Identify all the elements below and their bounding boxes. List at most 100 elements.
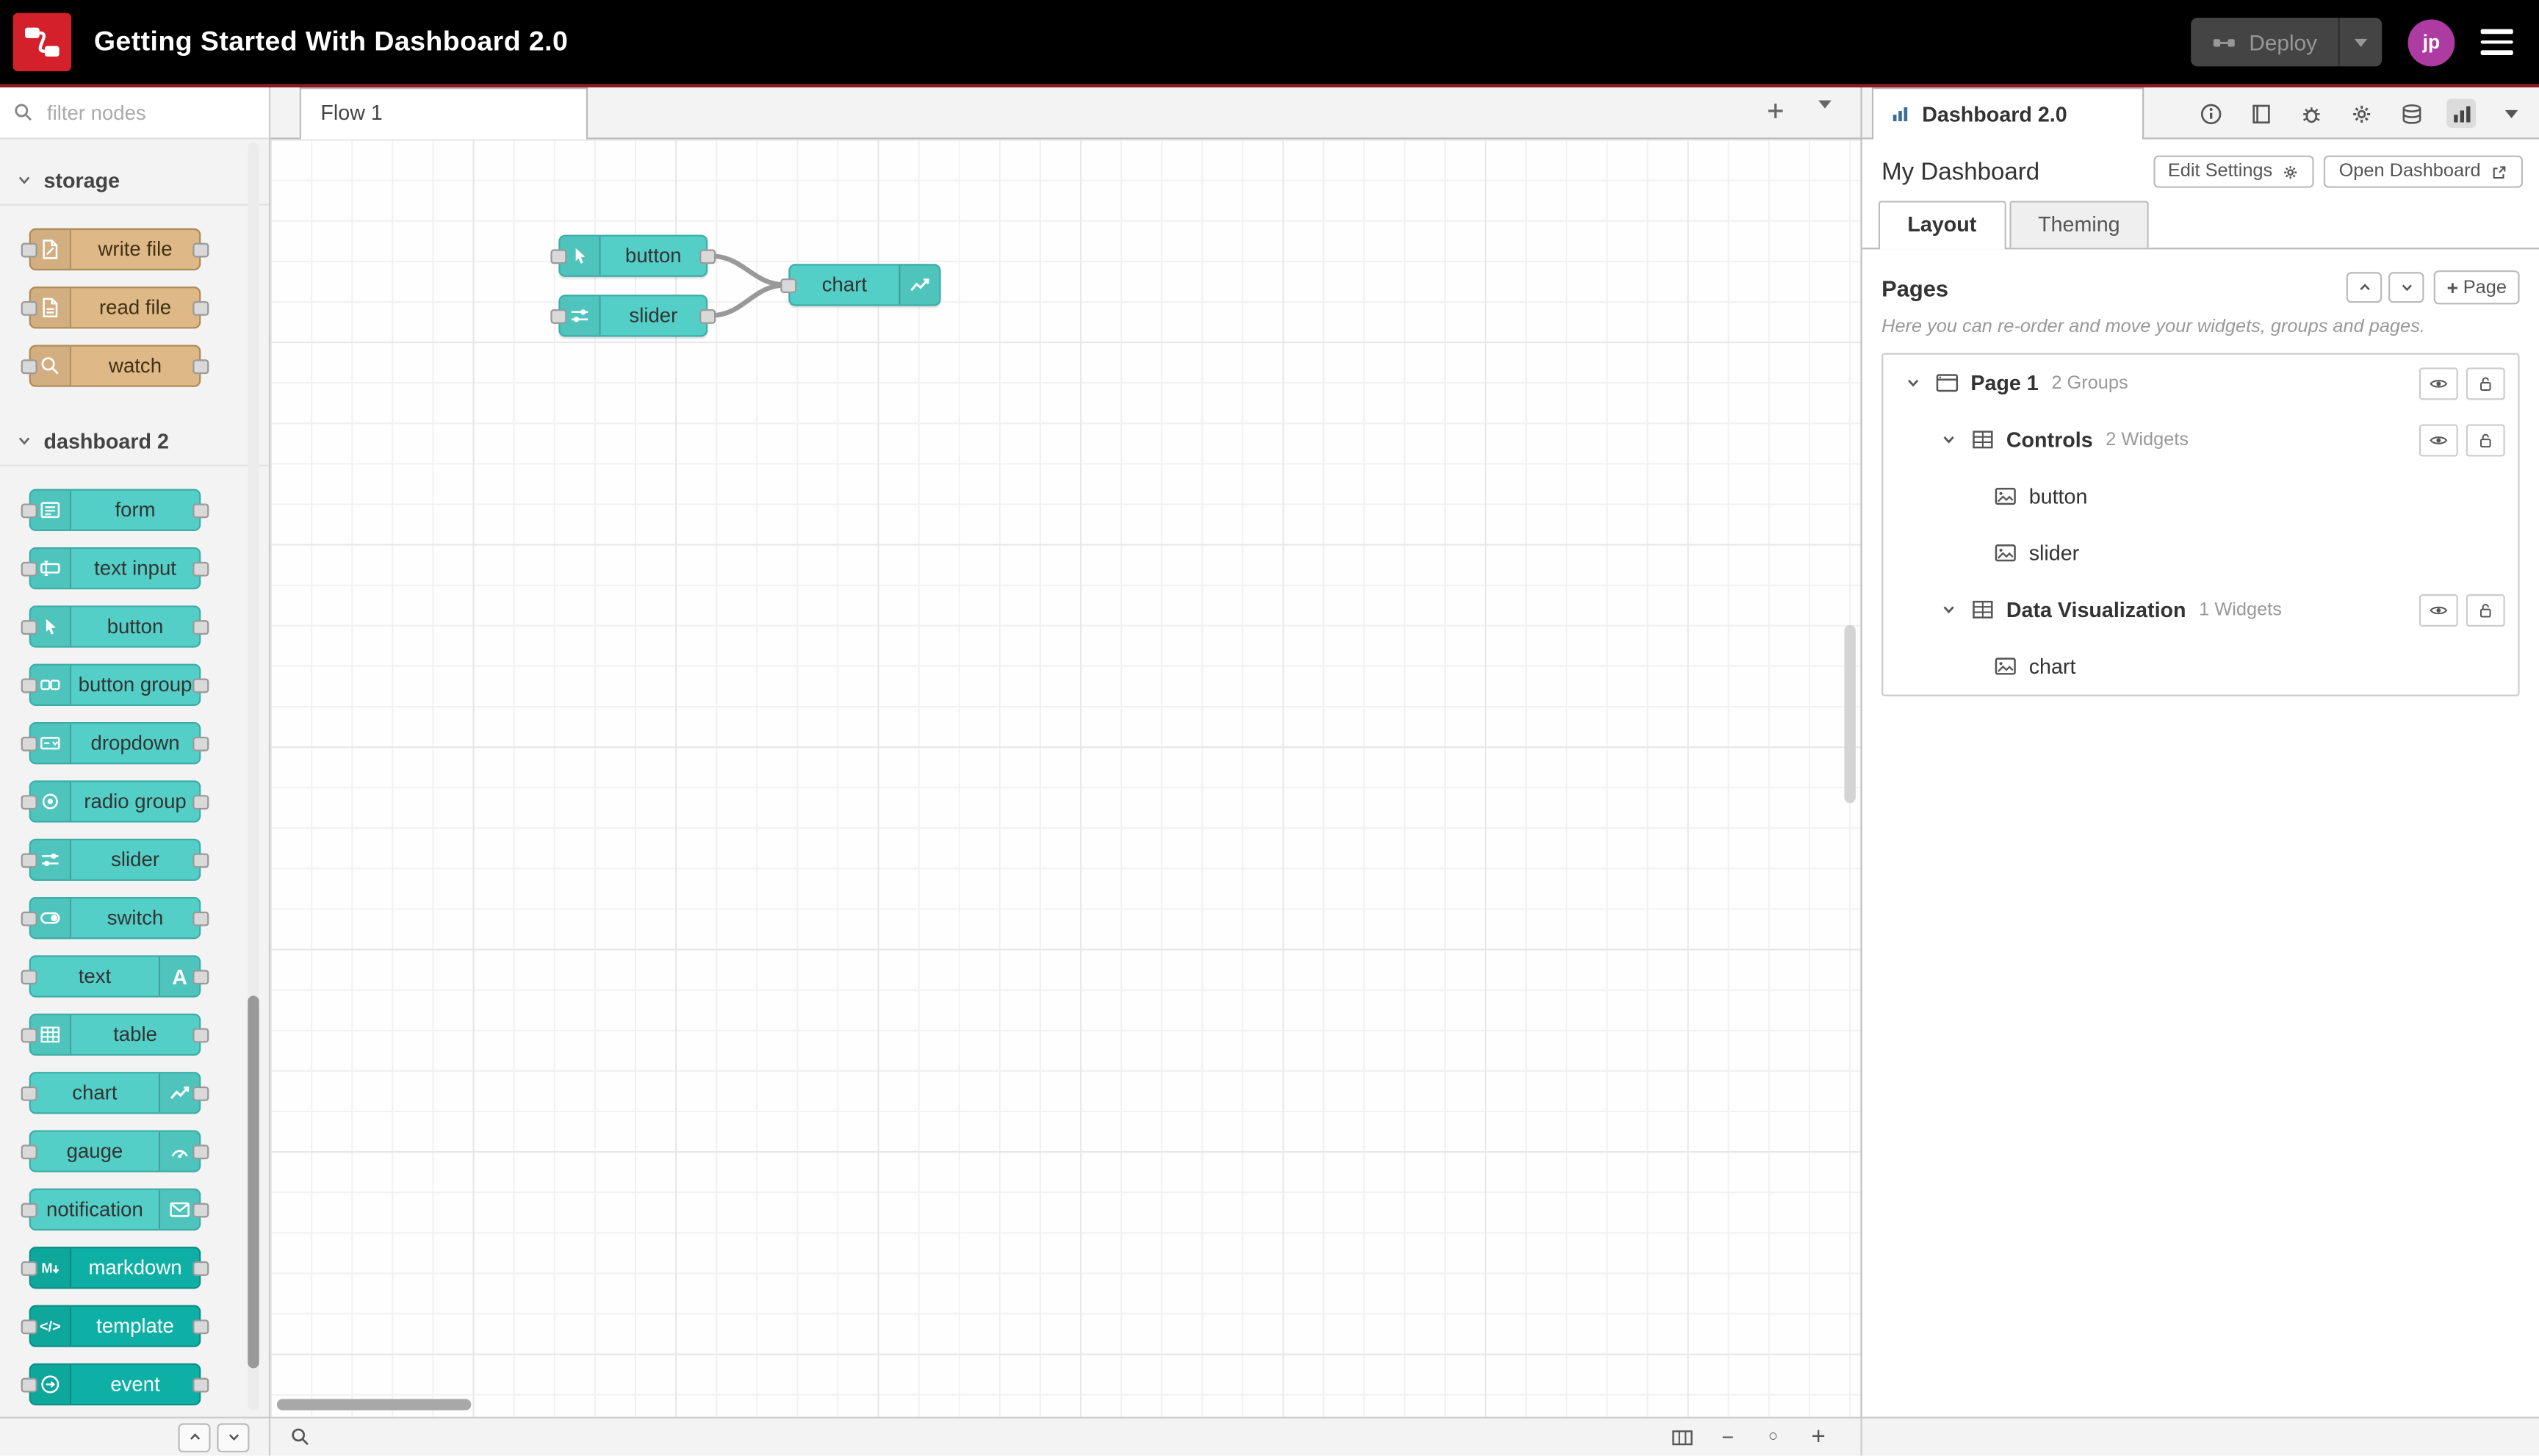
wire-button-chart[interactable] — [707, 253, 790, 288]
node-output-port[interactable] — [192, 1145, 209, 1160]
tree-row-widget-chart[interactable]: chart — [1883, 638, 2518, 694]
chevron-down-icon[interactable] — [1904, 374, 1923, 392]
node-output-port[interactable] — [192, 911, 209, 926]
tab-theming[interactable]: Theming — [2009, 201, 2150, 248]
node-output-port[interactable] — [192, 853, 209, 868]
node-input-port[interactable] — [21, 561, 37, 577]
avatar[interactable]: jp — [2407, 18, 2455, 66]
canvas-node-slider[interactable]: slider — [550, 295, 716, 337]
edit-settings-button[interactable]: Edit Settings — [2153, 155, 2315, 188]
toggle-navigator-button[interactable] — [1669, 1426, 1695, 1449]
palette-node-event[interactable]: event — [21, 1363, 209, 1406]
debug-tab-button[interactable] — [2296, 98, 2325, 128]
add-page-button[interactable]: + Page — [2434, 270, 2520, 305]
canvas-node-chart[interactable]: chart — [780, 264, 941, 306]
canvas-node-button[interactable]: button — [550, 234, 716, 277]
node-input-port[interactable] — [21, 970, 37, 985]
palette-node-radio-group[interactable]: radio group — [21, 780, 209, 823]
node-output-port[interactable] — [192, 1319, 209, 1335]
visibility-button[interactable] — [2419, 367, 2458, 400]
lock-button[interactable] — [2466, 423, 2505, 456]
node-input-port[interactable] — [550, 309, 567, 324]
node-input-port[interactable] — [780, 278, 797, 293]
context-tab-button[interactable] — [2396, 98, 2426, 128]
zoom-in-button[interactable]: + — [1806, 1425, 1832, 1449]
palette-collapse-all-button[interactable] — [178, 1422, 211, 1452]
visibility-button[interactable] — [2419, 593, 2458, 626]
node-input-port[interactable] — [21, 1261, 37, 1276]
wire-slider-chart[interactable] — [707, 282, 790, 319]
node-input-port[interactable] — [21, 1028, 37, 1043]
search-flows-button[interactable] — [287, 1427, 312, 1448]
add-flow-button[interactable] — [1765, 101, 1786, 130]
canvas-vertical-scrollbar[interactable] — [1844, 624, 1856, 804]
node-input-port[interactable] — [21, 1319, 37, 1335]
node-input-port[interactable] — [21, 678, 37, 693]
node-output-port[interactable] — [192, 242, 209, 258]
palette-category-dashboard2[interactable]: dashboard 2 — [0, 416, 269, 466]
node-output-port[interactable] — [192, 503, 209, 519]
main-menu-button[interactable] — [2480, 29, 2513, 55]
flow-canvas[interactable]: button slider chart — [270, 139, 1861, 1417]
node-input-port[interactable] — [21, 359, 37, 375]
palette-node-slider[interactable]: slider — [21, 838, 209, 882]
sidebar-more-button[interactable] — [2497, 98, 2527, 128]
node-input-port[interactable] — [21, 736, 37, 752]
palette-node-button[interactable]: button — [21, 605, 209, 648]
config-tab-button[interactable] — [2347, 98, 2376, 128]
node-input-port[interactable] — [21, 300, 37, 316]
tab-flow-1[interactable]: Flow 1 — [299, 87, 588, 140]
palette-node-chart[interactable]: chart — [21, 1072, 209, 1114]
tab-layout[interactable]: Layout — [1878, 201, 2006, 250]
node-output-port[interactable] — [192, 1028, 209, 1043]
lock-button[interactable] — [2466, 593, 2505, 626]
palette-node-gauge[interactable]: gauge — [21, 1130, 209, 1172]
node-output-port[interactable] — [192, 1377, 209, 1393]
tree-row-widget-button[interactable]: button — [1883, 468, 2518, 525]
node-input-port[interactable] — [21, 242, 37, 258]
node-input-port[interactable] — [550, 249, 567, 264]
node-output-port[interactable] — [192, 678, 209, 693]
zoom-out-button[interactable]: − — [1715, 1427, 1740, 1448]
palette-node-write-file[interactable]: write file — [21, 228, 209, 271]
node-input-port[interactable] — [21, 911, 37, 926]
palette-node-read-file[interactable]: read file — [21, 286, 209, 329]
palette-node-notification[interactable]: notification — [21, 1188, 209, 1231]
help-tab-button[interactable] — [2246, 98, 2275, 128]
tree-row-widget-slider[interactable]: slider — [1883, 525, 2518, 581]
node-input-port[interactable] — [21, 795, 37, 810]
node-input-port[interactable] — [21, 620, 37, 635]
info-tab-button[interactable] — [2196, 98, 2225, 128]
open-dashboard-button[interactable]: Open Dashboard — [2324, 155, 2523, 188]
palette-scrollbar-thumb[interactable] — [248, 995, 259, 1369]
node-output-port[interactable] — [192, 1086, 209, 1101]
node-input-port[interactable] — [21, 503, 37, 519]
tab-dashboard-2[interactable]: Dashboard 2.0 — [1871, 87, 2144, 140]
palette-node-form[interactable]: form — [21, 489, 209, 531]
chevron-down-icon[interactable] — [1940, 601, 1959, 619]
palette-search[interactable] — [0, 87, 269, 140]
node-output-port[interactable] — [192, 300, 209, 316]
expand-all-button[interactable] — [2388, 272, 2424, 303]
node-output-port[interactable] — [192, 359, 209, 375]
palette-category-storage[interactable]: storage — [0, 155, 269, 206]
filter-nodes-input[interactable] — [43, 99, 232, 126]
collapse-all-button[interactable] — [2346, 272, 2383, 303]
tree-row-data-visualization[interactable]: Data Visualization 1 Widgets — [1883, 581, 2518, 638]
palette-node-text[interactable]: A text — [21, 955, 209, 998]
lock-button[interactable] — [2466, 367, 2505, 400]
node-input-port[interactable] — [21, 1145, 37, 1160]
palette-node-watch[interactable]: watch — [21, 345, 209, 387]
palette-node-dropdown[interactable]: dropdown — [21, 722, 209, 765]
palette-node-text-input[interactable]: text input — [21, 547, 209, 590]
node-input-port[interactable] — [21, 1086, 37, 1101]
palette-node-button-group[interactable]: button group — [21, 663, 209, 706]
node-output-port[interactable] — [192, 1261, 209, 1276]
node-output-port[interactable] — [192, 736, 209, 752]
node-output-port[interactable] — [699, 249, 716, 264]
chevron-down-icon[interactable] — [1940, 430, 1959, 448]
deploy-options-button[interactable] — [2338, 18, 2383, 67]
flow-list-button[interactable] — [1818, 100, 1832, 138]
palette-expand-all-button[interactable] — [217, 1422, 250, 1452]
tree-row-controls[interactable]: Controls 2 Widgets — [1883, 411, 2518, 468]
